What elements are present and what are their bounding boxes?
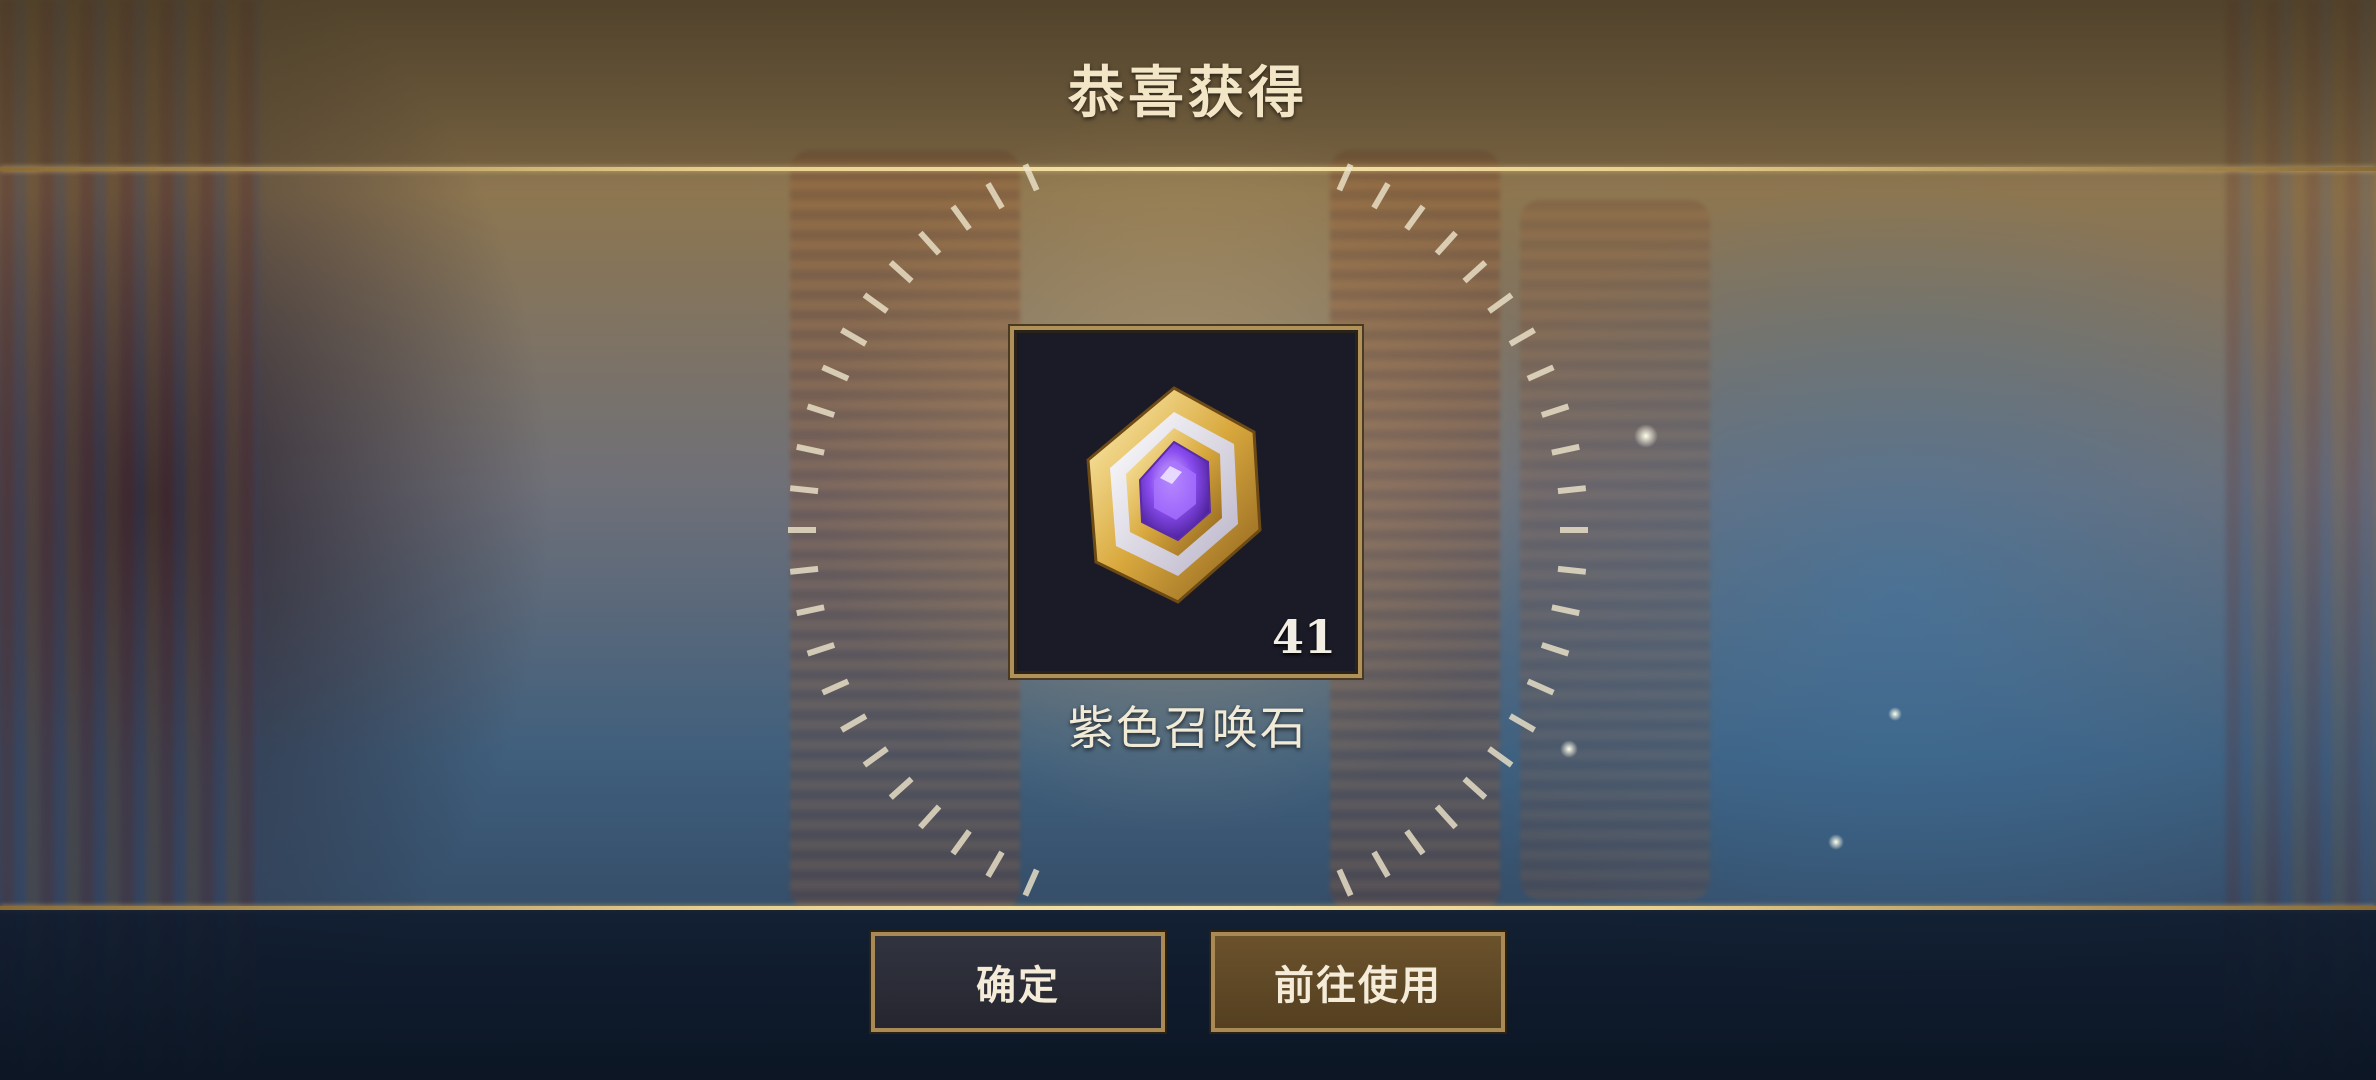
light-orb bbox=[1634, 424, 1658, 448]
go-use-button[interactable]: 前往使用 bbox=[1211, 932, 1505, 1032]
action-bar bbox=[0, 910, 2376, 1080]
background-tower bbox=[790, 150, 1020, 910]
purple-summon-stone-icon bbox=[1086, 386, 1262, 604]
page-title: 恭喜获得 bbox=[1068, 61, 1308, 126]
divider-top bbox=[0, 167, 2376, 171]
reward-popup-screen: 恭喜获得 41 紫色召唤石 确定 前往使用 bbox=[0, 0, 2376, 1080]
background-tower bbox=[1520, 200, 1710, 900]
item-count: 41 bbox=[1271, 610, 1336, 664]
item-name: 紫色召唤石 bbox=[1068, 701, 1308, 755]
light-orb bbox=[1828, 834, 1844, 850]
confirm-button[interactable]: 确定 bbox=[871, 932, 1165, 1032]
ring-tick bbox=[1022, 868, 1040, 897]
reward-item-card[interactable]: 41 bbox=[1008, 324, 1364, 680]
